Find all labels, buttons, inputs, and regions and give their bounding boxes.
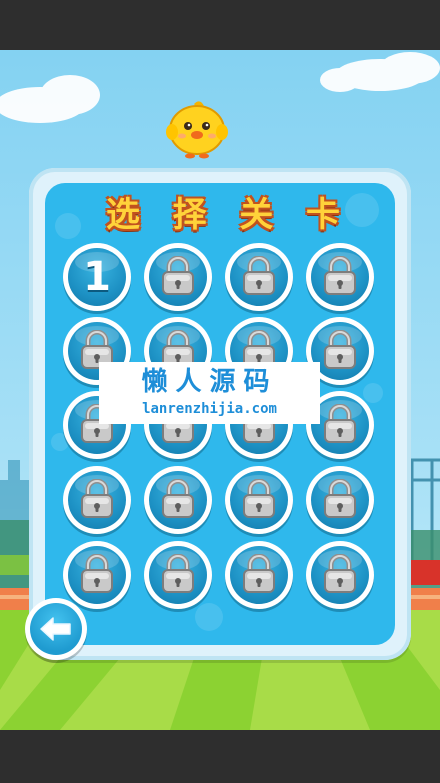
level-button-locked[interactable]: [225, 243, 293, 311]
title-char: 卡: [305, 195, 340, 235]
back-arrow-icon: [40, 617, 71, 641]
level-button-locked[interactable]: [144, 243, 212, 311]
watermark-url: lanrenzhijia.com: [142, 401, 277, 417]
level-button-locked[interactable]: [63, 466, 131, 534]
padlock-icon: [243, 256, 275, 295]
level-button-locked[interactable]: [144, 541, 212, 609]
chick-icon: [166, 101, 228, 159]
bottom-letterbox: [0, 730, 440, 783]
title-char: 关: [239, 195, 274, 235]
page-title: 选 择 关 卡: [100, 193, 346, 239]
top-letterbox: [0, 0, 440, 50]
level-button-locked[interactable]: [225, 541, 293, 609]
padlock-icon: [324, 330, 356, 369]
back-button[interactable]: [25, 598, 87, 660]
padlock-icon: [324, 554, 356, 593]
padlock-icon: [324, 479, 356, 518]
level-button-locked[interactable]: [306, 466, 374, 534]
padlock-icon: [243, 479, 275, 518]
level-button-locked[interactable]: [144, 466, 212, 534]
padlock-icon: [81, 554, 113, 593]
padlock-icon: [324, 404, 356, 443]
level-grid: 1: [63, 243, 379, 611]
padlock-icon: [81, 479, 113, 518]
watermark-overlay: 懒人源码 lanrenzhijia.com: [99, 362, 320, 424]
level-button-locked[interactable]: [306, 541, 374, 609]
padlock-icon: [243, 554, 275, 593]
title-char: 择: [172, 195, 207, 235]
padlock-icon: [162, 256, 194, 295]
padlock-icon: [162, 554, 194, 593]
game-screen: 选 择 关 卡 1 懒人源码 lanrenzhijia.com: [0, 0, 440, 783]
level-button-locked[interactable]: [63, 541, 131, 609]
level-button-locked[interactable]: [225, 466, 293, 534]
level-number: 1: [83, 254, 111, 300]
title-char: 选: [106, 195, 140, 235]
padlock-icon: [324, 256, 356, 295]
level-button-locked[interactable]: [306, 243, 374, 311]
padlock-icon: [162, 479, 194, 518]
watermark-name: 懒人源码: [141, 367, 278, 397]
level-button[interactable]: 1: [63, 243, 131, 311]
